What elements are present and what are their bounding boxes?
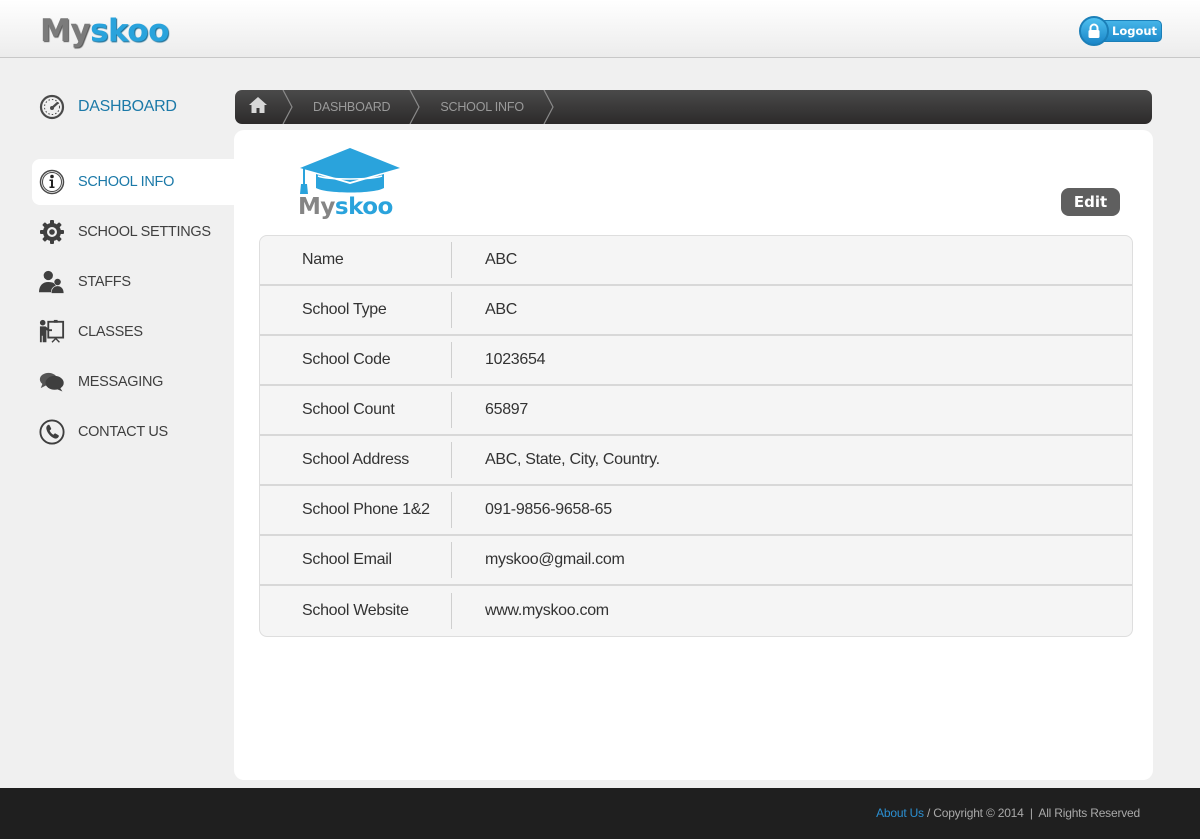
field-label: School Email — [302, 551, 392, 568]
field-label: School Count — [302, 401, 395, 418]
sidebar-nav: DASHBOARD SCHOOL INFO SCHOOL SETTINGS ST… — [32, 84, 234, 455]
sidebar-item-messaging[interactable]: MESSAGING — [32, 359, 234, 405]
table-row: School Code 1023654 — [260, 336, 1132, 386]
school-info-panel: Myskoo Edit Name ABC School Type ABC Sch… — [234, 130, 1153, 780]
field-value: ABC — [485, 301, 517, 318]
sidebar-item-contact-us[interactable]: CONTACT US — [32, 409, 234, 455]
info-icon — [39, 169, 65, 195]
table-row: Name ABC — [260, 236, 1132, 286]
sidebar-item-label: CONTACT US — [78, 424, 168, 440]
lock-icon — [1079, 16, 1109, 46]
sidebar-item-dashboard[interactable]: DASHBOARD — [32, 84, 234, 130]
sidebar-item-label: STAFFS — [78, 274, 131, 290]
field-value: www.myskoo.com — [485, 602, 609, 619]
breadcrumb-home[interactable] — [235, 90, 281, 124]
logout-button[interactable]: Logout — [1079, 16, 1162, 46]
field-label: School Code — [302, 351, 391, 368]
field-label: School Address — [302, 451, 409, 468]
gear-icon — [39, 219, 65, 245]
top-header: Myskoo Logout — [0, 0, 1200, 58]
breadcrumb-separator — [543, 90, 554, 124]
logo-text-skoo: skoo — [90, 13, 169, 49]
sidebar-item-school-settings[interactable]: SCHOOL SETTINGS — [32, 209, 234, 255]
sidebar-item-label: SCHOOL SETTINGS — [78, 224, 211, 240]
copyright-text: / Copyright © 2014 | All Rights Reserved — [923, 806, 1140, 820]
breadcrumb-item-dashboard[interactable]: DASHBOARD — [295, 100, 408, 114]
field-value: 1023654 — [485, 351, 546, 368]
school-logo: Myskoo — [296, 146, 406, 230]
phone-icon — [39, 419, 65, 445]
field-value: ABC, State, City, Country. — [485, 451, 660, 468]
sidebar-item-label: DASHBOARD — [78, 98, 177, 115]
users-icon — [39, 269, 65, 295]
school-logo-skoo: skoo — [334, 194, 393, 220]
breadcrumb-separator — [282, 90, 293, 124]
chat-bubbles-icon — [39, 369, 65, 395]
graduation-cap-icon — [300, 148, 400, 194]
breadcrumb-item-school-info[interactable]: SCHOOL INFO — [422, 100, 541, 114]
field-value: myskoo@gmail.com — [485, 551, 625, 568]
school-info-table: Name ABC School Type ABC School Code 102… — [259, 235, 1133, 637]
table-row: School Email myskoo@gmail.com — [260, 536, 1132, 586]
home-icon — [248, 96, 268, 119]
sidebar-item-school-info[interactable]: SCHOOL INFO — [32, 159, 234, 205]
school-logo-my: My — [298, 194, 335, 220]
table-row: School Count 65897 — [260, 386, 1132, 436]
footer: About Us / Copyright © 2014 | All Rights… — [0, 788, 1200, 839]
teacher-board-icon — [39, 319, 65, 345]
app-logo[interactable]: Myskoo — [40, 11, 169, 51]
school-logo-text: Myskoo — [298, 194, 393, 220]
sidebar-item-label: MESSAGING — [78, 374, 164, 390]
breadcrumb-separator — [409, 90, 421, 124]
table-row: School Website www.myskoo.com — [260, 586, 1132, 636]
field-label: School Website — [302, 602, 409, 619]
sidebar-item-staffs[interactable]: STAFFS — [32, 259, 234, 305]
edit-button[interactable]: Edit — [1061, 188, 1120, 216]
sidebar-item-classes[interactable]: CLASSES — [32, 309, 234, 355]
field-value: 65897 — [485, 401, 528, 418]
field-label: School Phone 1&2 — [302, 501, 430, 518]
field-label: School Type — [302, 301, 387, 318]
sidebar-item-label: SCHOOL INFO — [78, 174, 175, 190]
table-row: School Type ABC — [260, 286, 1132, 336]
sidebar-item-label: CLASSES — [78, 324, 143, 340]
about-us-link[interactable]: About Us — [876, 806, 924, 820]
table-row: School Phone 1&2 091-9856-9658-65 — [260, 486, 1132, 536]
field-value: 091-9856-9658-65 — [485, 501, 612, 518]
dashboard-gauge-icon — [39, 94, 65, 120]
breadcrumb: DASHBOARD SCHOOL INFO — [235, 90, 1152, 124]
logo-text-my: My — [40, 13, 91, 49]
footer-text: About Us / Copyright © 2014 | All Rights… — [876, 806, 1140, 820]
field-label: Name — [302, 251, 344, 268]
table-row: School Address ABC, State, City, Country… — [260, 436, 1132, 486]
field-value: ABC — [485, 251, 517, 268]
